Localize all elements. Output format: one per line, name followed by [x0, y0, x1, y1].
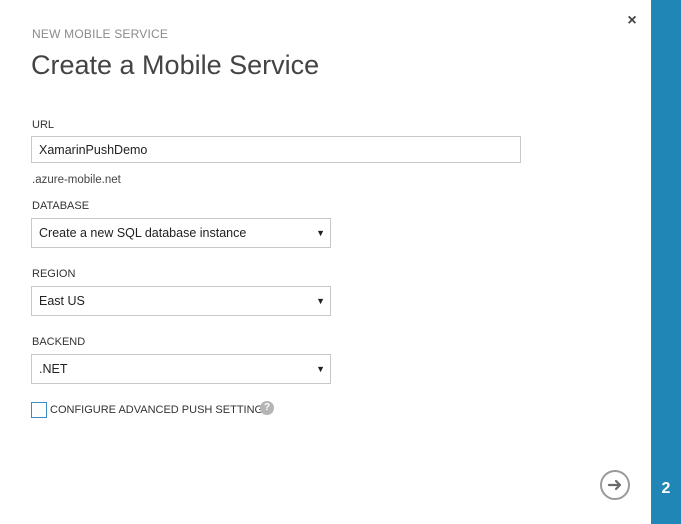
- backend-select[interactable]: .NET ▼: [31, 354, 331, 384]
- url-label: URL: [32, 119, 55, 131]
- database-label: DATABASE: [32, 200, 90, 212]
- next-button[interactable]: [600, 470, 630, 500]
- region-label: REGION: [32, 268, 76, 280]
- chevron-down-icon: ▼: [316, 228, 325, 238]
- region-select[interactable]: East US ▼: [31, 286, 331, 316]
- create-mobile-service-dialog: × NEW MOBILE SERVICE Create a Mobile Ser…: [0, 0, 681, 524]
- region-select-value: East US: [39, 294, 85, 308]
- advanced-push-checkbox[interactable]: [31, 402, 47, 418]
- chevron-down-icon: ▼: [316, 364, 325, 374]
- backend-select-value: .NET: [39, 362, 68, 376]
- chevron-down-icon: ▼: [316, 296, 325, 306]
- advanced-push-label[interactable]: CONFIGURE ADVANCED PUSH SETTINGS: [50, 404, 270, 416]
- database-select-value: Create a new SQL database instance: [39, 226, 247, 240]
- close-button[interactable]: ×: [623, 12, 641, 30]
- arrow-right-icon: [607, 479, 622, 491]
- step-strip: 2: [651, 0, 681, 524]
- url-input[interactable]: [31, 136, 521, 163]
- url-suffix: .azure-mobile.net: [32, 174, 121, 186]
- database-select[interactable]: Create a new SQL database instance ▼: [31, 218, 331, 248]
- help-icon[interactable]: ?: [260, 401, 274, 415]
- close-icon[interactable]: ×: [627, 12, 636, 29]
- page-title: Create a Mobile Service: [31, 50, 320, 80]
- step-number: 2: [661, 480, 671, 497]
- dialog-subtitle: NEW MOBILE SERVICE: [32, 27, 169, 41]
- backend-label: BACKEND: [32, 336, 86, 348]
